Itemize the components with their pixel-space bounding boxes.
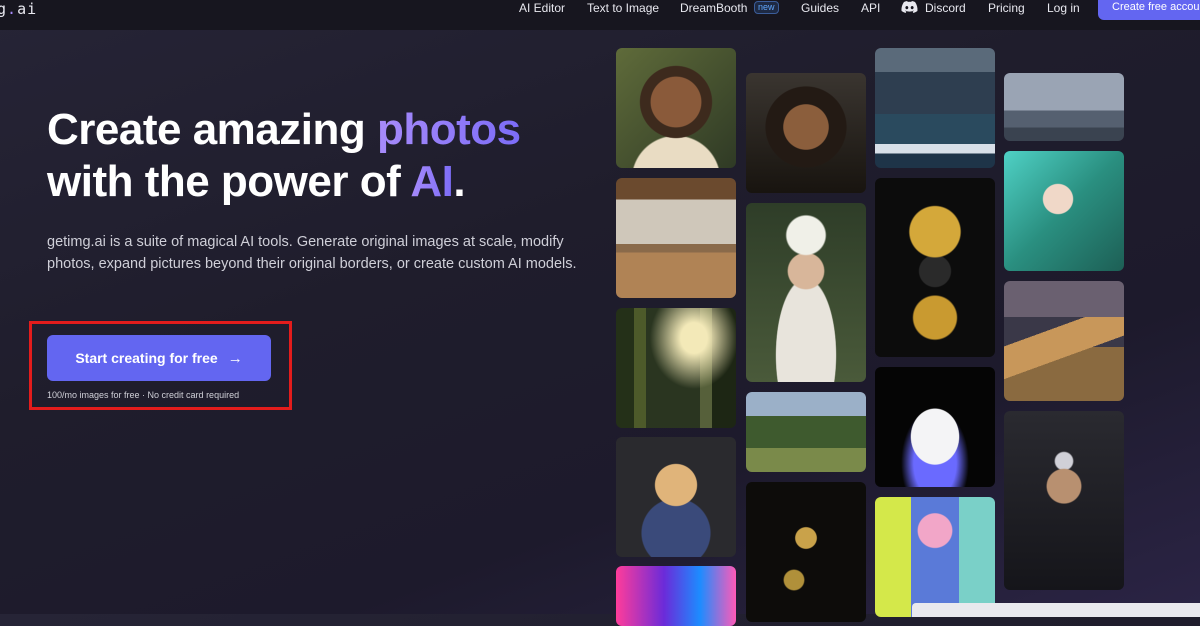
discord-icon[interactable] xyxy=(901,1,918,13)
create-free-account-button[interactable]: Create free accou xyxy=(1098,0,1200,20)
hero-title-highlight-ai: AI xyxy=(410,157,454,206)
arrow-right-icon: → xyxy=(227,349,243,367)
hero-title-highlight-photos: photos xyxy=(376,105,521,154)
pyramid-image[interactable] xyxy=(1004,281,1124,401)
hero-title-line2: with the power of xyxy=(47,157,411,206)
armored-man-portrait-image[interactable] xyxy=(1004,411,1124,590)
nav-guides[interactable]: Guides xyxy=(801,1,839,17)
nav-api[interactable]: API xyxy=(861,1,880,17)
nav-dreambooth[interactable]: DreamBooth xyxy=(680,1,747,17)
portrait-smiling-man-image[interactable] xyxy=(616,48,736,168)
nav-pricing[interactable]: Pricing xyxy=(988,1,1025,17)
nav-text-to-image[interactable]: Text to Image xyxy=(587,1,659,17)
hero-title-period: . xyxy=(453,157,466,206)
logo[interactable]: g.ai xyxy=(0,0,37,18)
create-free-account-label: Create free accou xyxy=(1112,1,1200,13)
hero-description: getimg.ai is a suite of magical AI tools… xyxy=(47,234,577,272)
logo-prefix: g xyxy=(0,0,8,18)
golden-flowers-image[interactable] xyxy=(746,482,866,622)
nav-ai-editor[interactable]: AI Editor xyxy=(519,1,565,17)
white-sneaker-image[interactable] xyxy=(875,367,995,487)
nav-login[interactable]: Log in xyxy=(1047,1,1080,17)
nav-discord[interactable]: Discord xyxy=(925,1,966,17)
logo-suffix: ai xyxy=(17,0,38,18)
top-navigation-bar: g.ai AI Editor Text to Image DreamBooth … xyxy=(0,0,1200,30)
neon-city-image[interactable] xyxy=(616,566,736,626)
new-badge: new xyxy=(754,1,779,14)
hero-title-line1: Create amazing xyxy=(47,105,377,154)
hero-title: Create amazing photos with the power of A… xyxy=(47,104,521,208)
anime-girl-image[interactable] xyxy=(1004,151,1124,271)
flower-crown-woman-image[interactable] xyxy=(746,203,866,382)
cloudy-sky-image[interactable] xyxy=(1004,73,1124,141)
logo-dot: . xyxy=(7,0,18,18)
start-creating-label: Start creating for free xyxy=(75,350,218,366)
hamster-astronaut-image[interactable] xyxy=(616,437,736,557)
garden-landscape-image[interactable] xyxy=(746,392,866,472)
bottom-overlay-bar xyxy=(912,603,1200,617)
stormy-ocean-wave-image[interactable] xyxy=(875,48,995,168)
free-tier-note: 100/mo images for free · No credit card … xyxy=(47,390,240,400)
bearded-warrior-image[interactable] xyxy=(746,73,866,193)
puffer-jacket-girl-image[interactable] xyxy=(875,497,995,617)
bedroom-interior-image[interactable] xyxy=(616,178,736,298)
golden-ornate-mask-image[interactable] xyxy=(875,178,995,357)
forest-sunlight-image[interactable] xyxy=(616,308,736,428)
start-creating-button[interactable]: Start creating for free → xyxy=(47,335,271,381)
